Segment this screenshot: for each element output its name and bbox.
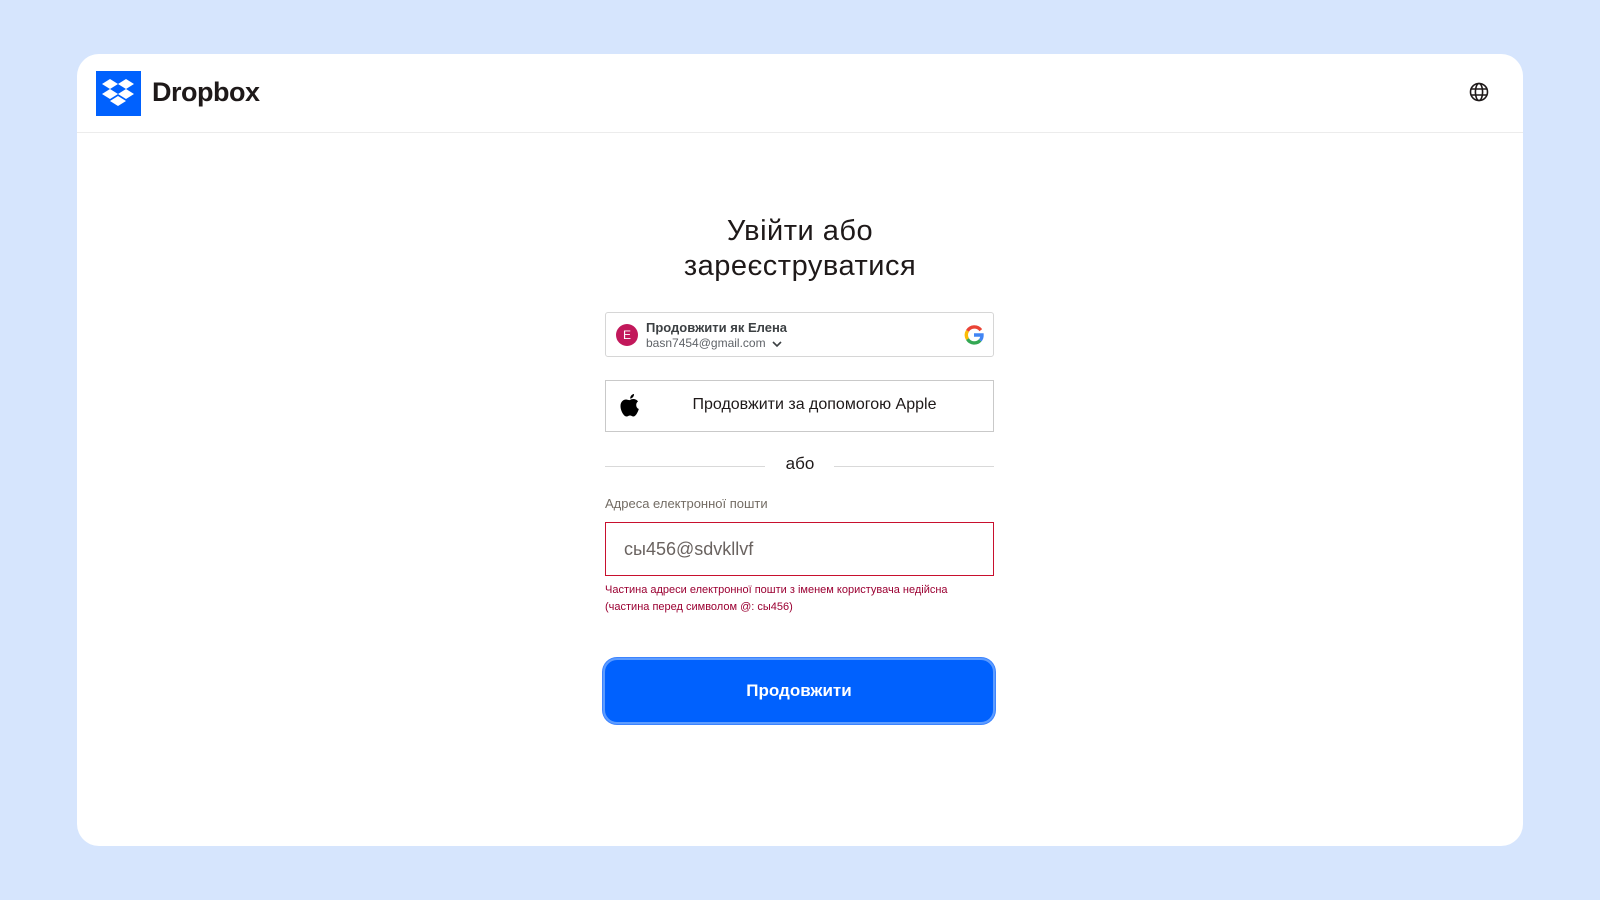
continue-button[interactable]: Продовжити [603, 658, 995, 724]
header: Dropbox [77, 54, 1523, 133]
page-title: Увійти або зареєструватися [77, 214, 1523, 284]
google-icon [963, 324, 985, 346]
email-field[interactable] [605, 522, 994, 576]
apple-continue-button[interactable]: Продовжити за допомогою Apple [605, 380, 994, 432]
divider-line-left [605, 466, 765, 467]
divider-line-right [834, 466, 994, 467]
google-continue-label: Продовжити як Елена [646, 320, 788, 335]
or-divider: або [785, 454, 815, 473]
avatar: E [616, 324, 638, 346]
google-continue-button[interactable]: E Продовжити як Елена basn7454@gmail.com [605, 312, 994, 357]
globe-icon[interactable] [1468, 81, 1490, 103]
google-account-email[interactable]: basn7454@gmail.com [646, 336, 782, 351]
login-card: Dropbox Увійти або зареєструватися E Про… [77, 54, 1523, 846]
google-email-text: basn7454@gmail.com [646, 336, 766, 350]
email-error-message: Частина адреси електронної пошти з імене… [605, 584, 948, 613]
email-field-label: Адреса електронної пошти [605, 496, 768, 511]
dropbox-logo-icon[interactable] [96, 71, 141, 116]
brand-name: Dropbox [152, 77, 260, 107]
title-line-2: зареєструватися [683, 250, 917, 282]
chevron-down-icon[interactable] [772, 337, 782, 351]
apple-continue-label: Продовжити за допомогою Apple [692, 396, 937, 413]
title-line-1: Увійти або [726, 215, 874, 247]
